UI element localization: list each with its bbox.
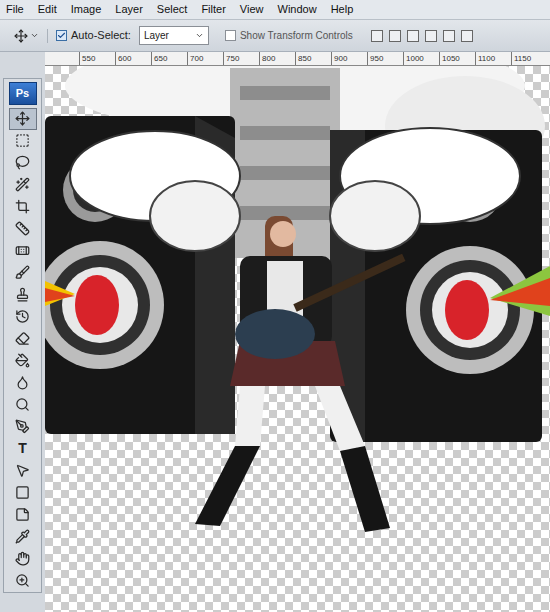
align-button[interactable] (389, 30, 401, 42)
tool-button[interactable] (9, 570, 37, 592)
brush-tool-icon (15, 265, 30, 280)
ruler-tick: 650 (151, 52, 187, 65)
dropdown-arrow-icon (195, 31, 204, 40)
paint-bucket-icon (15, 353, 30, 368)
tool-button[interactable] (9, 548, 37, 570)
tool-button[interactable] (9, 394, 37, 416)
ruler-tick: 1000 (403, 52, 439, 65)
path-select-icon (15, 463, 30, 478)
healing-brush-icon (15, 243, 30, 258)
auto-select-checkbox[interactable]: Auto-Select: (56, 27, 131, 44)
align-button[interactable] (443, 30, 455, 42)
notes-tool-icon (15, 507, 30, 522)
tool-button[interactable] (9, 108, 37, 130)
menu-item[interactable]: View (240, 1, 264, 18)
menu-item[interactable]: Layer (115, 1, 143, 18)
options-bar: Auto-Select: Layer Show Transform Controls (0, 20, 550, 52)
zoom-tool-icon (15, 573, 30, 588)
tool-button[interactable] (9, 350, 37, 372)
menu-item[interactable]: Help (331, 1, 354, 18)
dodge-tool-icon (15, 397, 30, 412)
marquee-tool-icon (15, 133, 30, 148)
align-button[interactable] (371, 30, 383, 42)
crop-tool-icon (15, 199, 30, 214)
align-buttons (371, 30, 473, 42)
tool-button[interactable] (9, 196, 37, 218)
ruler-tick: 550 (79, 52, 115, 65)
ps-logo: Ps (9, 82, 37, 105)
tool-button[interactable] (9, 504, 37, 526)
align-button[interactable] (407, 30, 419, 42)
ruler-tick: 900 (331, 52, 367, 65)
show-transform-controls-checkbox[interactable]: Show Transform Controls (225, 28, 353, 43)
menu-item[interactable]: File (6, 1, 24, 18)
blur-tool-icon (15, 375, 30, 390)
ruler-tick: 700 (187, 52, 223, 65)
menu-item[interactable]: Image (71, 1, 102, 18)
eyedropper-icon (15, 529, 30, 544)
ruler-tick: 1050 (439, 52, 475, 65)
tool-button[interactable] (9, 240, 37, 262)
tool-button[interactable] (9, 174, 37, 196)
horizontal-ruler: 5506006507007508008509009501000105011001… (45, 52, 550, 66)
tool-button[interactable]: T (9, 438, 37, 460)
ruler-tick: 1100 (475, 52, 511, 65)
ruler-tick: 850 (295, 52, 331, 65)
clone-stamp-icon (15, 287, 30, 302)
hand-tool-icon (15, 551, 30, 566)
tool-button[interactable] (9, 328, 37, 350)
quick-select-tool-icon (15, 177, 30, 192)
menu-item[interactable]: Window (278, 1, 317, 18)
menu-bar: File Edit Image Layer Select Filter View Window… (0, 0, 550, 20)
tool-preset-picker[interactable] (14, 29, 48, 43)
left-column: Ps T (0, 52, 45, 612)
ruler-tool-icon (15, 221, 30, 236)
tool-button[interactable] (9, 526, 37, 548)
ruler-tick: 600 (115, 52, 151, 65)
ruler-tick: 950 (367, 52, 403, 65)
photoshop-window: File Edit Image Layer Select Filter View Window… (0, 0, 550, 612)
pen-tool-icon (15, 419, 30, 434)
tool-button[interactable] (9, 482, 37, 504)
history-brush-icon (15, 309, 30, 324)
tool-button[interactable] (9, 218, 37, 240)
move-tool-icon (14, 29, 28, 43)
menu-item[interactable]: Edit (38, 1, 57, 18)
move-tool-icon (15, 111, 30, 126)
check-icon (57, 31, 66, 40)
ruler-tick: 800 (259, 52, 295, 65)
document-canvas[interactable] (45, 66, 550, 612)
tool-button[interactable] (9, 460, 37, 482)
show-transform-box[interactable] (225, 30, 236, 41)
lasso-tool-icon (15, 155, 30, 170)
tools-panel: Ps T (3, 78, 42, 593)
tool-button[interactable] (9, 284, 37, 306)
auto-select-dropdown[interactable]: Layer (139, 26, 209, 45)
ruler-tick: 750 (223, 52, 259, 65)
shape-tool-icon (15, 485, 30, 500)
menu-item[interactable]: Select (157, 1, 188, 18)
collage-artwork (45, 66, 550, 612)
align-button[interactable] (461, 30, 473, 42)
auto-select-box[interactable] (56, 30, 67, 41)
align-button[interactable] (425, 30, 437, 42)
ruler-tick: 1150 (511, 52, 547, 65)
tool-button[interactable] (9, 130, 37, 152)
tool-button[interactable] (9, 416, 37, 438)
tool-button[interactable] (9, 152, 37, 174)
tool-button[interactable] (9, 306, 37, 328)
dropdown-arrow-icon (30, 31, 39, 40)
eraser-tool-icon (15, 331, 30, 346)
tool-button[interactable] (9, 262, 37, 284)
menu-item[interactable]: Filter (201, 1, 225, 18)
tool-button[interactable] (9, 372, 37, 394)
